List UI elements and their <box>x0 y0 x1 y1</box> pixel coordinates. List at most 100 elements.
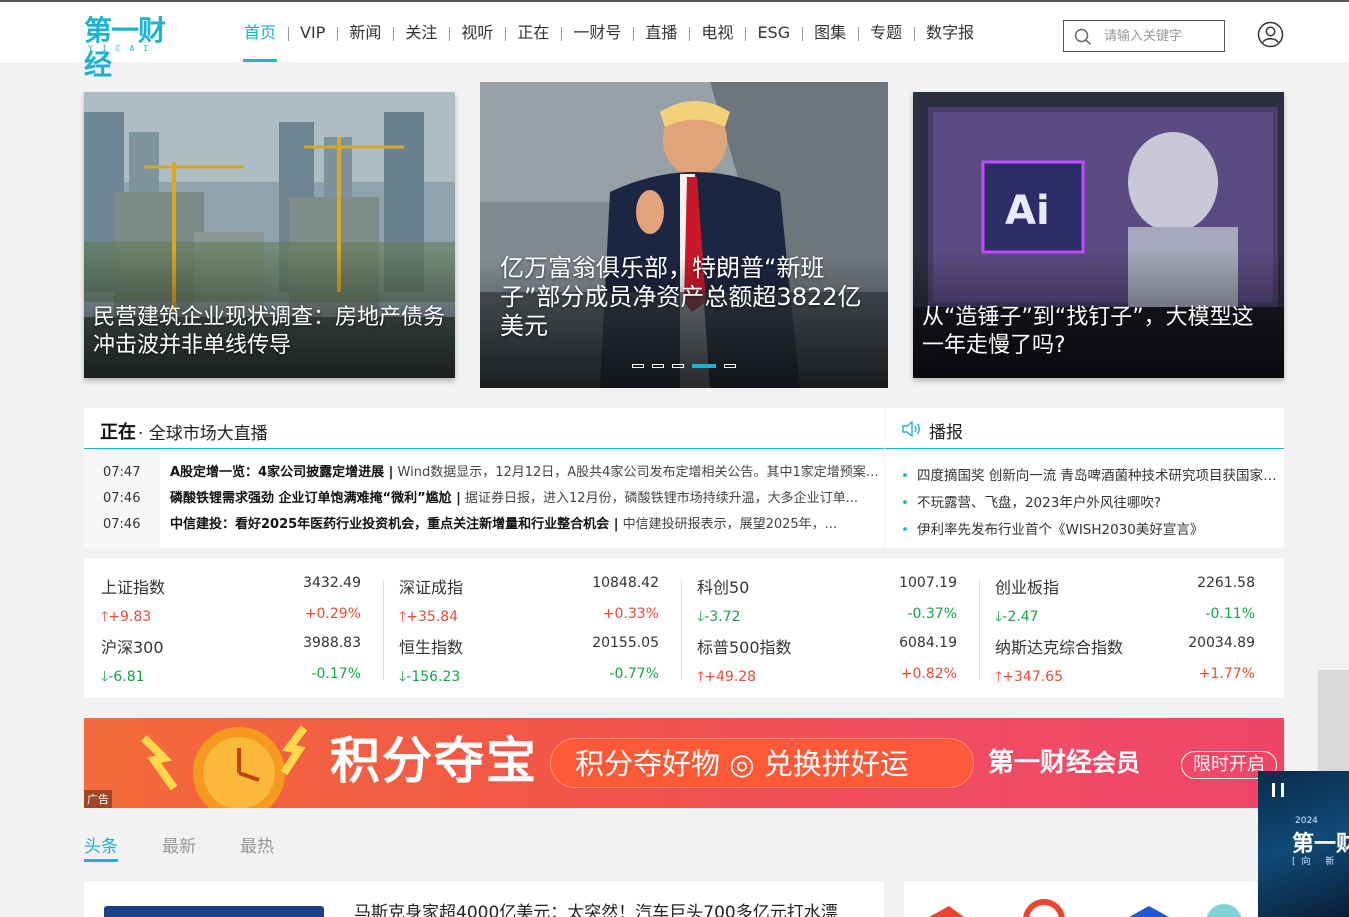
alarm-clock-icon <box>141 725 308 808</box>
search-icon[interactable] <box>1074 28 1092 46</box>
index-percent: +1.77% <box>1198 666 1255 682</box>
hero-carousel[interactable]: 亿万富翁俱乐部，特朗普“新班子”部分成员净资产总额超3822亿美元 <box>480 82 888 388</box>
carousel-dots <box>632 364 736 368</box>
broadcast-item[interactable]: 伊利率先发布行业首个《WISH2030美好宣言》 <box>901 518 1277 538</box>
nav-broadcast[interactable]: 直播 <box>633 2 689 62</box>
live-item[interactable]: 07:46 磷酸铁锂需求强劲 企业订单饱满难掩“微利”尴尬 | 据证券日报，进入… <box>84 486 884 512</box>
news-title[interactable]: 马斯克身家超4000亿美元：太突然！汽车巨头700多亿元打水漂 <box>354 898 838 917</box>
index-change-value: +347.65 <box>1002 669 1063 685</box>
index-hangseng[interactable]: 恒生指数 20155.05 🡓-156.23 -0.77% <box>399 618 659 685</box>
index-name: 恒生指数 <box>399 638 464 657</box>
nav-news[interactable]: 新闻 <box>337 2 393 62</box>
broadcast-header: 播报 <box>885 408 1284 449</box>
index-value: 10848.42 <box>592 575 659 591</box>
hero-card-right[interactable]: Ai 从“造锤子”到“找钉子”，大模型这一年走慢了吗? <box>913 92 1284 378</box>
site-header: 第一财经 YICAI 首页 VIP 新闻 关注 视听 正在 一财号 直播 电视 … <box>0 0 1349 81</box>
index-nasdaq[interactable]: 纳斯达克综合指数 20034.89 🡑+347.65 +1.77% <box>995 618 1255 685</box>
broadcast-item[interactable]: 四度摘国奖 创新向一流 青岛啤酒菌种技术研究项目获国家科技进步奖 <box>901 464 1277 484</box>
index-change: 🡑+347.65 <box>995 669 1063 685</box>
tab-latest[interactable]: 最新 <box>162 832 196 862</box>
index-value: 2261.58 <box>1197 575 1255 591</box>
live-body: Wind数据显示，12月12日，A股共4家公司发布定增相关公告。其中1家定增预案… <box>397 465 882 480</box>
nav-video[interactable]: 视听 <box>449 2 505 62</box>
broadcast-title[interactable]: 播报 <box>929 418 963 443</box>
index-name: 科创50 <box>697 578 750 597</box>
nav-home[interactable]: 首页 <box>232 2 288 62</box>
carousel-dot-2[interactable] <box>652 364 664 368</box>
carousel-dot-1[interactable] <box>632 364 644 368</box>
nav-live-now[interactable]: 正在 <box>505 2 561 62</box>
live-time: 07:46 <box>103 517 141 532</box>
live-item[interactable]: 07:46 中信建投：看好2025年医药行业投资机会，重点关注新增量和行业整合机… <box>84 512 884 538</box>
hero-card-left[interactable]: 民营建筑企业现状调查：房地产债务冲击波并非单线传导 <box>84 92 455 378</box>
main-nav: 首页 VIP 新闻 关注 视听 正在 一财号 直播 电视 ESG 图集 专题 数… <box>232 2 986 62</box>
live-item[interactable]: 07:47 A股定增一览：4家公司披露定增进展 | Wind数据显示，12月12… <box>84 460 884 486</box>
nav-yicaihao[interactable]: 一财号 <box>561 2 633 62</box>
index-shanghai[interactable]: 上证指数 3432.49 🡑+9.83 +0.29% <box>101 558 361 625</box>
points-banner-ad[interactable]: 积分夺宝 积分夺好物 ◎ 兑换拼好运 第一财经 会员 限时开启 广告 <box>84 718 1284 808</box>
index-csi300[interactable]: 沪深300 3988.83 🡓-6.81 -0.17% <box>101 618 361 685</box>
divider <box>681 580 682 680</box>
live-headline: A股定增一览：4家公司披露定增进展 | <box>170 465 394 480</box>
hero-left-title[interactable]: 民营建筑企业现状调查：房地产债务冲击波并非单线传导 <box>93 304 445 360</box>
index-value: 20034.89 <box>1188 635 1255 651</box>
index-value: 3988.83 <box>303 635 361 651</box>
nav-follow[interactable]: 关注 <box>393 2 449 62</box>
speaker-icon <box>902 421 920 437</box>
live-title[interactable]: · 全球市场大直播 <box>138 419 268 444</box>
carousel-dot-5[interactable] <box>724 364 736 368</box>
carousel-dot-3[interactable] <box>672 364 684 368</box>
banner-subtitle: 积分夺好物 ◎ 兑换拼好运 <box>575 747 909 781</box>
live-text[interactable]: 中信建投：看好2025年医药行业投资机会，重点关注新增量和行业整合机会 | 中信… <box>170 512 882 538</box>
index-change: 🡓-156.23 <box>399 669 461 685</box>
live-logo[interactable]: 正在 <box>100 418 136 444</box>
nav-esg[interactable]: ESG <box>745 2 802 62</box>
divider <box>383 580 384 680</box>
live-text[interactable]: A股定增一览：4家公司披露定增进展 | Wind数据显示，12月12日，A股共4… <box>170 460 882 486</box>
index-star50[interactable]: 科创50 1007.19 🡓-3.72 -0.37% <box>697 558 957 625</box>
banner-brand: 第一财经 <box>988 748 1093 778</box>
live-time: 07:47 <box>103 465 141 480</box>
index-value: 20155.05 <box>592 635 659 651</box>
index-name: 标普500指数 <box>697 638 792 657</box>
index-chinext[interactable]: 创业板指 2261.58 🡓-2.47 -0.11% <box>995 558 1255 625</box>
search-box[interactable] <box>1063 20 1225 52</box>
news-card[interactable]: 马斯克身家超4000亿美元：太突然！汽车巨头700多亿元打水漂 <box>84 882 884 917</box>
floating-ad[interactable]: 2024 第一财 [向 新 <box>1258 771 1349 917</box>
logo-subtext: YICAI <box>88 44 158 53</box>
market-indices: 上证指数 3432.49 🡑+9.83 +0.29% 深证成指 10848.42… <box>84 558 1284 698</box>
search-input[interactable] <box>1102 26 1220 46</box>
index-percent: -0.17% <box>311 666 361 682</box>
nav-topics[interactable]: 专题 <box>858 2 914 62</box>
svg-text:Ai: Ai <box>1005 188 1050 234</box>
floating-ad-year: 2024 <box>1295 816 1318 826</box>
tab-hottest[interactable]: 最热 <box>240 832 274 862</box>
index-change: 🡓-6.81 <box>101 669 145 685</box>
banner-vip: 会员 <box>1092 749 1140 777</box>
carousel-dot-4[interactable] <box>692 364 716 368</box>
index-shenzhen[interactable]: 深证成指 10848.42 🡑+35.84 +0.33% <box>399 558 659 625</box>
index-name: 纳斯达克综合指数 <box>995 638 1124 657</box>
index-percent: -0.77% <box>609 666 659 682</box>
live-text[interactable]: 磷酸铁锂需求强劲 企业订单饱满难掩“微利”尴尬 | 据证券日报，进入12月份，磷… <box>170 486 882 512</box>
yicai-logo[interactable]: 第一财经 YICAI <box>84 14 188 81</box>
hero-right-title[interactable]: 从“造锤子”到“找钉子”，大模型这一年走慢了吗? <box>922 304 1274 360</box>
live-headline: 磷酸铁锂需求强劲 企业订单饱满难掩“微利”尴尬 | <box>170 491 461 506</box>
nav-vip[interactable]: VIP <box>288 2 337 62</box>
divider <box>979 580 980 680</box>
tab-headlines[interactable]: 头条 <box>84 832 118 862</box>
broadcast-panel: 播报 四度摘国奖 创新向一流 青岛啤酒菌种技术研究项目获国家科技进步奖 不玩露营… <box>885 408 1284 548</box>
nav-digital-paper[interactable]: 数字报 <box>914 2 986 62</box>
index-name: 上证指数 <box>101 578 166 597</box>
index-sp500[interactable]: 标普500指数 6084.19 🡑+49.28 +0.82% <box>697 618 957 685</box>
ad-label: 广告 <box>84 790 112 808</box>
nav-gallery[interactable]: 图集 <box>802 2 858 62</box>
live-market-panel: 正在 · 全球市场大直播 07:47 A股定增一览：4家公司披露定增进展 | W… <box>84 408 884 548</box>
brand-logos-image <box>929 899 1242 917</box>
index-change: 🡑+49.28 <box>697 669 757 685</box>
hero-center-title[interactable]: 亿万富翁俱乐部，特朗普“新班子”部分成员净资产总额超3822亿美元 <box>500 254 864 341</box>
nav-tv[interactable]: 电视 <box>689 2 745 62</box>
index-percent: +0.82% <box>900 666 957 682</box>
broadcast-item[interactable]: 不玩露营、飞盘，2023年户外风往哪吹? <box>901 491 1277 511</box>
user-icon[interactable] <box>1257 21 1284 48</box>
